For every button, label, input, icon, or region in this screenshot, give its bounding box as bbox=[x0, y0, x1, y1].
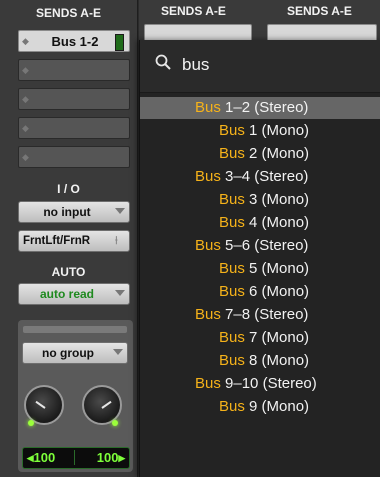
pan-knob-left[interactable] bbox=[24, 385, 64, 426]
pan-right-value: 100▸ bbox=[96, 450, 125, 465]
group-selector[interactable]: no group bbox=[22, 342, 128, 364]
list-item[interactable]: Bus 9 (Mono) bbox=[140, 396, 380, 418]
list-item[interactable]: Bus 3–4 (Stereo) bbox=[140, 166, 380, 188]
pan-knob-right[interactable] bbox=[82, 385, 122, 426]
send-c-slot[interactable]: ◆ bbox=[18, 88, 130, 110]
list-item[interactable]: Bus 5 (Mono) bbox=[140, 258, 380, 280]
list-item[interactable]: Bus 3 (Mono) bbox=[140, 189, 380, 211]
send-grip-icon: ◆ bbox=[22, 94, 29, 104]
list-item[interactable]: Bus 8 (Mono) bbox=[140, 350, 380, 372]
send-b-slot[interactable]: ◆ bbox=[18, 59, 130, 81]
send-grip-icon: ◆ bbox=[22, 65, 29, 75]
pin-icon: ⍿ bbox=[115, 235, 118, 247]
input-selector[interactable]: no input bbox=[18, 201, 130, 223]
mixer-strip: SENDS A-E ◆ Bus 1-2 ◆ ◆ ◆ ◆ I / O no inp… bbox=[0, 0, 138, 477]
automation-mode-label: auto read bbox=[39, 287, 94, 301]
list-item[interactable]: Bus 7 (Mono) bbox=[140, 327, 380, 349]
pan-divider bbox=[74, 450, 75, 465]
sends-header-3: SENDS A-E bbox=[287, 4, 352, 18]
knob-led bbox=[112, 420, 118, 426]
pan-display[interactable]: ◂100 100▸ bbox=[22, 447, 130, 469]
output-selector[interactable]: FrntLft/FrnR ⍿ bbox=[18, 230, 130, 252]
list-item[interactable]: Bus 7–8 (Stereo) bbox=[140, 304, 380, 326]
send-grip-icon: ◆ bbox=[22, 36, 29, 46]
knob-led bbox=[28, 420, 34, 426]
list-item[interactable]: Bus 5–6 (Stereo) bbox=[140, 235, 380, 257]
send-a-label: Bus 1-2 bbox=[51, 34, 99, 49]
knob-pointer bbox=[35, 400, 46, 409]
chevron-down-icon bbox=[115, 208, 125, 214]
io-header: I / O bbox=[57, 182, 80, 196]
automation-mode-selector[interactable]: auto read bbox=[18, 283, 130, 305]
send-a-slot[interactable]: ◆ Bus 1-2 bbox=[18, 30, 130, 52]
list-item[interactable]: Bus 9–10 (Stereo) bbox=[140, 373, 380, 395]
knob-pointer bbox=[101, 400, 112, 409]
list-item[interactable]: Bus 4 (Mono) bbox=[140, 212, 380, 234]
send-e-slot[interactable]: ◆ bbox=[18, 146, 130, 168]
list-item[interactable]: Bus 1–2 (Stereo) bbox=[140, 97, 380, 119]
search-box bbox=[140, 40, 380, 93]
send-d-slot[interactable]: ◆ bbox=[18, 117, 130, 139]
list-item[interactable]: Bus 1 (Mono) bbox=[140, 120, 380, 142]
send-assignment-popup: Bus 1–2 (Stereo) Bus 1 (Mono) Bus 2 (Mon… bbox=[139, 40, 380, 477]
sends-header: SENDS A-E bbox=[36, 6, 101, 20]
list-item[interactable]: Bus 2 (Mono) bbox=[140, 143, 380, 165]
pan-left-value: ◂100 bbox=[27, 450, 56, 465]
send-grip-icon: ◆ bbox=[22, 152, 29, 162]
search-input[interactable] bbox=[182, 52, 362, 78]
send-meter bbox=[115, 34, 124, 51]
input-selector-label: no input bbox=[43, 205, 91, 219]
list-item[interactable]: Bus 6 (Mono) bbox=[140, 281, 380, 303]
search-icon bbox=[155, 54, 171, 70]
chevron-down-icon bbox=[115, 290, 125, 296]
sends-header-2: SENDS A-E bbox=[161, 4, 226, 18]
send-grip-icon: ◆ bbox=[22, 123, 29, 133]
chevron-down-icon bbox=[113, 349, 123, 355]
output-selector-label: FrntLft/FrnR bbox=[23, 235, 91, 247]
auto-header: AUTO bbox=[51, 265, 86, 279]
results-list: Bus 1–2 (Stereo) Bus 1 (Mono) Bus 2 (Mon… bbox=[140, 97, 380, 477]
group-selector-label: no group bbox=[42, 346, 94, 360]
group-color-bar bbox=[23, 326, 127, 333]
